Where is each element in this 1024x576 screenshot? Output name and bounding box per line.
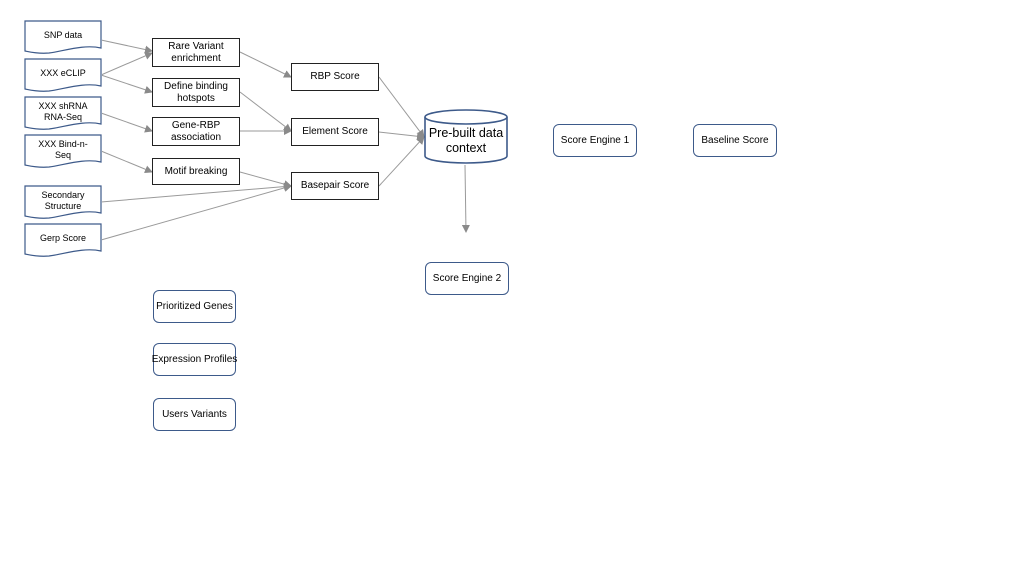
edge-rare-rbp — [239, 51, 292, 78]
process-label: Define binding hotspots — [164, 80, 228, 104]
database-text: Pre-built data context — [428, 126, 504, 155]
source-eclip[interactable]: XXX eCLIP — [24, 58, 102, 93]
source-gerp-score[interactable]: Gerp Score — [24, 223, 102, 258]
edge-basepair-prebuilt — [378, 136, 425, 187]
output-label: Prioritized Genes — [156, 300, 233, 312]
edge-rbp-prebuilt — [378, 76, 425, 138]
database-label: Pre-built data context — [423, 122, 509, 160]
output-label: Score Engine 1 — [560, 134, 630, 146]
edge-bindnseq-motif — [100, 150, 153, 174]
users-variants[interactable]: Users Variants — [153, 398, 236, 431]
output-label: Users Variants — [162, 408, 227, 420]
source-bind-n-seq[interactable]: XXX Bind-n-Seq — [24, 134, 102, 169]
source-label: Secondary Structure — [41, 189, 85, 211]
edge-prebuilt-down — [461, 164, 470, 233]
edge-hotspots-element — [239, 91, 292, 132]
score-rbp[interactable]: RBP Score — [291, 63, 379, 91]
source-label: SNP data — [43, 30, 83, 41]
baseline-score[interactable]: Baseline Score — [693, 124, 777, 157]
score-element[interactable]: Element Score — [291, 118, 379, 146]
output-label: Score Engine 2 — [432, 272, 502, 284]
source-label: XXX Bind-n-Seq — [38, 138, 88, 160]
process-gene-rbp-association[interactable]: Gene-RBP association — [152, 117, 240, 146]
output-label: Baseline Score — [701, 134, 769, 146]
prioritized-genes[interactable]: Prioritized Genes — [153, 290, 236, 323]
output-label: Expression Profiles — [151, 353, 238, 365]
edge-eclip-hotspots — [100, 74, 153, 94]
source-snp-data[interactable]: SNP data — [24, 20, 102, 55]
process-rare-variant-enrichment[interactable]: Rare Variant enrichment — [152, 38, 240, 67]
edge-eclip-rare — [100, 52, 153, 76]
source-label: XXX shRNA RNA-Seq — [38, 100, 88, 122]
score-label: RBP Score — [310, 71, 360, 82]
source-label: Gerp Score — [39, 233, 87, 244]
source-label: XXX eCLIP — [40, 68, 86, 79]
source-secondary-structure[interactable]: Secondary Structure — [24, 185, 102, 220]
expression-profiles[interactable]: Expression Profiles — [151, 343, 238, 376]
source-shrna-rnaseq[interactable]: XXX shRNA RNA-Seq — [24, 96, 102, 131]
edge-snp-rare — [100, 39, 153, 54]
edge-motif-basepair — [239, 171, 292, 189]
edge-element-prebuilt — [378, 131, 425, 141]
score-label: Basepair Score — [300, 180, 370, 191]
process-label: Motif breaking — [164, 165, 228, 177]
process-define-binding-hotspots[interactable]: Define binding hotspots — [152, 78, 240, 107]
process-label: Rare Variant enrichment — [168, 40, 224, 64]
edge-shrna-generbp — [100, 112, 153, 133]
score-engine-2[interactable]: Score Engine 2 — [425, 262, 509, 295]
score-label: Element Score — [302, 126, 368, 137]
database-prebuilt-data-context[interactable]: Pre-built data context — [423, 108, 509, 166]
process-motif-breaking[interactable]: Motif breaking — [152, 158, 240, 185]
score-basepair[interactable]: Basepair Score — [291, 172, 379, 200]
score-engine-1[interactable]: Score Engine 1 — [553, 124, 637, 157]
process-label: Gene-RBP association — [170, 119, 222, 143]
